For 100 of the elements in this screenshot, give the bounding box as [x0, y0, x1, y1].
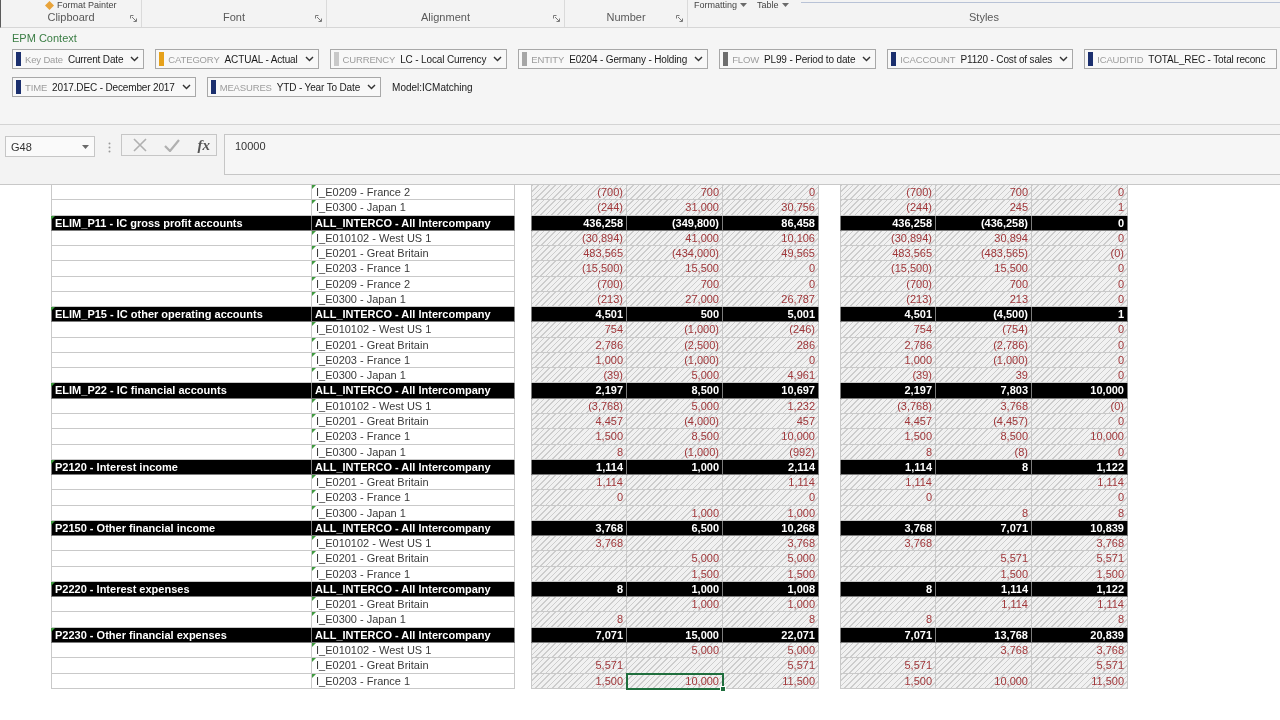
table-cell: 8,500	[936, 429, 1032, 445]
chevron-down-icon	[304, 56, 314, 62]
table-cell: 15,500	[627, 261, 723, 277]
table-cell: 15,500	[936, 261, 1032, 277]
ribbon-menu-button[interactable]: Table	[757, 0, 789, 10]
table-cell: 8	[723, 612, 819, 628]
table-cell: 4,501	[531, 307, 627, 323]
caret-down-icon	[781, 3, 789, 7]
model-label: Model:ICMatching	[392, 81, 473, 93]
context-dropdown[interactable]: ENTITY E0204 - Germany - Holding	[518, 49, 709, 69]
table-cell: 39	[936, 368, 1032, 384]
table-cell: 7,803	[936, 383, 1032, 399]
table-cell: 31,000	[627, 200, 723, 216]
panel-title: EPM Context	[12, 31, 77, 46]
table-cell: I_E0201 - Great Britain	[312, 246, 515, 262]
table-cell: 10,000	[1032, 429, 1128, 445]
table-cell: 0	[723, 185, 819, 201]
context-dropdown[interactable]: CATEGORY ACTUAL - Actual	[155, 49, 319, 69]
table-cell: I_E0201 - Great Britain	[312, 658, 515, 674]
table-cell: (4,500)	[936, 307, 1032, 323]
fill-handle[interactable]	[720, 685, 726, 692]
table-cell: 1,000	[723, 597, 819, 613]
dialog-launcher-icon[interactable]	[130, 15, 137, 22]
context-dropdown[interactable]: MEASURES YTD - Year To Date	[206, 77, 382, 97]
table-cell: (1,000)	[627, 322, 723, 338]
chevron-down-icon	[181, 84, 191, 90]
caret-down-icon	[82, 144, 89, 149]
ribbon-menu-button[interactable]: Formatting	[694, 0, 747, 10]
table-cell: I_E0300 - Japan 1	[312, 368, 515, 384]
table-cell: I_E0203 - France 1	[312, 261, 515, 277]
table-cell: (39)	[840, 368, 936, 384]
table-cell: ELIM_P15 - IC other operating accounts	[51, 307, 312, 323]
table-cell: 0	[531, 490, 627, 506]
table-cell: I_E0201 - Great Britain	[312, 475, 515, 491]
table-cell: I_E0203 - France 1	[312, 490, 515, 506]
table-cell: (246)	[723, 322, 819, 338]
chevron-down-icon	[1059, 56, 1069, 62]
table-cell: 5,000	[627, 551, 723, 567]
table-cell: ALL_INTERCO - All Intercompany	[312, 307, 515, 323]
check-icon[interactable]	[164, 138, 181, 152]
table-cell: 5,571	[723, 658, 819, 674]
group-label: Font	[223, 11, 245, 24]
table-cell: 8,500	[627, 429, 723, 445]
table-cell: 1,114	[531, 475, 627, 491]
table-cell: 3,768	[840, 536, 936, 552]
dialog-launcher-icon[interactable]	[553, 15, 560, 22]
table-cell: (483,565)	[936, 246, 1032, 262]
vertical-dots-icon[interactable]	[108, 142, 111, 153]
cancel-icon[interactable]	[133, 138, 147, 152]
table-cell: 1,114	[1032, 475, 1128, 491]
table-cell: 3,768	[531, 536, 627, 552]
table-cell: 0	[723, 490, 819, 506]
context-dropdown[interactable]: ICAUDITID TOTAL_REC - Total reconc	[1084, 49, 1278, 69]
table-cell: 4,961	[723, 368, 819, 384]
table-cell: I_E0201 - Great Britain	[312, 597, 515, 613]
insert-function-button[interactable]: fx	[197, 136, 210, 154]
context-dropdown[interactable]: Key Date Current Date	[12, 49, 145, 69]
context-dropdown[interactable]: CURRENCY LC - Local Currency	[329, 49, 508, 69]
table-cell: (0)	[1032, 246, 1128, 262]
chevron-down-icon	[367, 84, 377, 90]
table-cell: 500	[627, 307, 723, 323]
table-cell: 700	[627, 185, 723, 201]
table-cell: 10,000	[1032, 383, 1128, 399]
table-cell: 8	[531, 612, 627, 628]
table-cell: 1,500	[531, 429, 627, 445]
table-cell: 30,756	[723, 200, 819, 216]
table-cell: (700)	[840, 185, 936, 201]
table-cell: ELIM_P22 - IC financial accounts	[51, 383, 312, 399]
table-cell: 5,571	[840, 658, 936, 674]
context-dropdown[interactable]: ICACCOUNT P1120 - Cost of sales	[887, 49, 1074, 69]
group-label: Alignment	[421, 11, 470, 24]
dialog-launcher-icon[interactable]	[676, 15, 683, 22]
table-cell: I_E0300 - Japan 1	[312, 200, 515, 216]
formula-input[interactable]: 10000	[224, 134, 1280, 175]
table-cell: 483,565	[840, 246, 936, 262]
table-cell: 3,768	[1032, 536, 1128, 552]
table-cell: (244)	[531, 200, 627, 216]
table-cell: 10,000	[723, 429, 819, 445]
table-cell: 754	[840, 322, 936, 338]
context-dropdown[interactable]: TIME 2017.DEC - December 2017	[12, 77, 196, 97]
table-cell: I_E0209 - France 2	[312, 185, 515, 201]
table-cell: 5,000	[723, 551, 819, 567]
table-cell: 1,114	[840, 475, 936, 491]
ribbon-button[interactable]: Format Painter	[45, 0, 117, 10]
table-cell: 4,501	[840, 307, 936, 323]
dialog-launcher-icon[interactable]	[315, 15, 322, 22]
table-cell: 10,697	[723, 383, 819, 399]
context-dropdown[interactable]: FLOW PL99 - Period to date	[719, 49, 877, 69]
table-cell: (39)	[531, 368, 627, 384]
name-box[interactable]: G48	[5, 136, 95, 157]
table-cell: 2,197	[840, 383, 936, 399]
table-cell: I_E0203 - France 1	[312, 429, 515, 445]
table-cell: I_E010102 - West US 1	[312, 322, 515, 338]
table-cell: 10,000	[627, 673, 723, 689]
chevron-down-icon	[694, 56, 704, 62]
table-cell: 0	[723, 261, 819, 277]
table-cell: 0	[1032, 261, 1128, 277]
table-cell: 3,768	[723, 536, 819, 552]
group-label: Number	[606, 11, 646, 24]
table-cell: 245	[936, 200, 1032, 216]
